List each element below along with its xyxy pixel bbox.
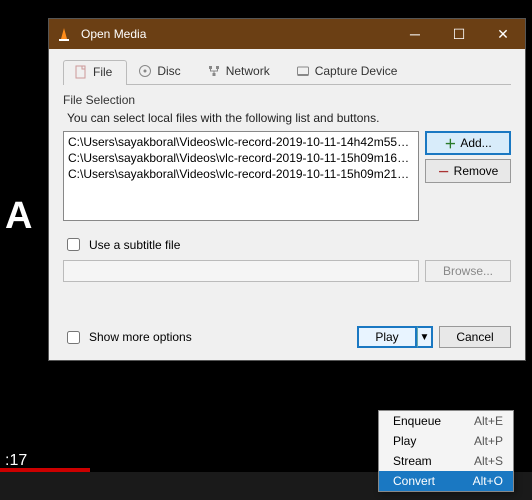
file-selection-description: You can select local files with the foll… (67, 111, 511, 125)
add-button-label: Add... (460, 136, 491, 150)
browse-button: Browse... (425, 260, 511, 282)
menu-item-label: Convert (393, 474, 435, 488)
file-list-item[interactable]: C:\Users\sayakboral\Videos\vlc-record-20… (66, 166, 416, 182)
tab-capture[interactable]: Capture Device (285, 59, 413, 84)
file-icon (74, 65, 88, 79)
network-icon (207, 64, 221, 78)
play-button[interactable]: Play (357, 326, 417, 348)
file-selection-heading: File Selection (63, 93, 511, 107)
plus-icon: ＋ (444, 135, 456, 152)
file-list-item[interactable]: C:\Users\sayakboral\Videos\vlc-record-20… (66, 134, 416, 150)
subtitle-path-input (63, 260, 419, 282)
menu-item-shortcut: Alt+P (474, 434, 503, 448)
menu-item-shortcut: Alt+S (474, 454, 503, 468)
more-options-row[interactable]: Show more options (63, 328, 192, 347)
cancel-button[interactable]: Cancel (439, 326, 511, 348)
menu-item-label: Play (393, 434, 416, 448)
subtitle-checkbox[interactable] (67, 238, 80, 251)
open-media-dialog: Open Media ─ ☐ ✕ File Disc Network Captu… (48, 18, 526, 361)
player-time-label: :17 (5, 452, 27, 470)
menu-item-play[interactable]: Play Alt+P (379, 431, 513, 451)
menu-item-stream[interactable]: Stream Alt+S (379, 451, 513, 471)
more-options-checkbox[interactable] (67, 331, 80, 344)
play-dropdown-menu: Enqueue Alt+E Play Alt+P Stream Alt+S Co… (378, 410, 514, 492)
tab-network-label: Network (226, 64, 270, 78)
source-tabs: File Disc Network Capture Device (63, 59, 511, 85)
menu-item-enqueue[interactable]: Enqueue Alt+E (379, 411, 513, 431)
play-dropdown-toggle[interactable]: ▼ (417, 326, 433, 348)
tab-file[interactable]: File (63, 60, 127, 85)
menu-item-convert[interactable]: Convert Alt+O (379, 471, 513, 491)
remove-button[interactable]: － Remove (425, 159, 511, 183)
subtitle-checkbox-row[interactable]: Use a subtitle file (63, 235, 511, 254)
capture-icon (296, 64, 310, 78)
more-options-label: Show more options (89, 330, 192, 344)
close-button[interactable]: ✕ (481, 19, 525, 49)
menu-item-shortcut: Alt+O (473, 474, 503, 488)
maximize-button[interactable]: ☐ (437, 19, 481, 49)
titlebar: Open Media ─ ☐ ✕ (49, 19, 525, 49)
disc-icon (138, 64, 152, 78)
remove-button-label: Remove (454, 164, 499, 178)
play-split-button[interactable]: Play ▼ (357, 326, 433, 348)
add-button[interactable]: ＋ Add... (425, 131, 511, 155)
minimize-button[interactable]: ─ (393, 19, 437, 49)
tab-capture-label: Capture Device (315, 64, 398, 78)
tab-disc[interactable]: Disc (127, 59, 195, 84)
menu-item-label: Enqueue (393, 414, 441, 428)
file-list[interactable]: C:\Users\sayakboral\Videos\vlc-record-20… (63, 131, 419, 221)
tab-network[interactable]: Network (196, 59, 285, 84)
tab-file-label: File (93, 65, 112, 79)
menu-item-label: Stream (393, 454, 432, 468)
tab-disc-label: Disc (157, 64, 180, 78)
menu-item-shortcut: Alt+E (474, 414, 503, 428)
window-title: Open Media (79, 27, 393, 41)
minus-icon: － (438, 163, 450, 180)
background-partial-text: A (5, 195, 32, 238)
vlc-cone-icon (49, 19, 79, 49)
subtitle-checkbox-label: Use a subtitle file (89, 238, 180, 252)
file-list-item[interactable]: C:\Users\sayakboral\Videos\vlc-record-20… (66, 150, 416, 166)
